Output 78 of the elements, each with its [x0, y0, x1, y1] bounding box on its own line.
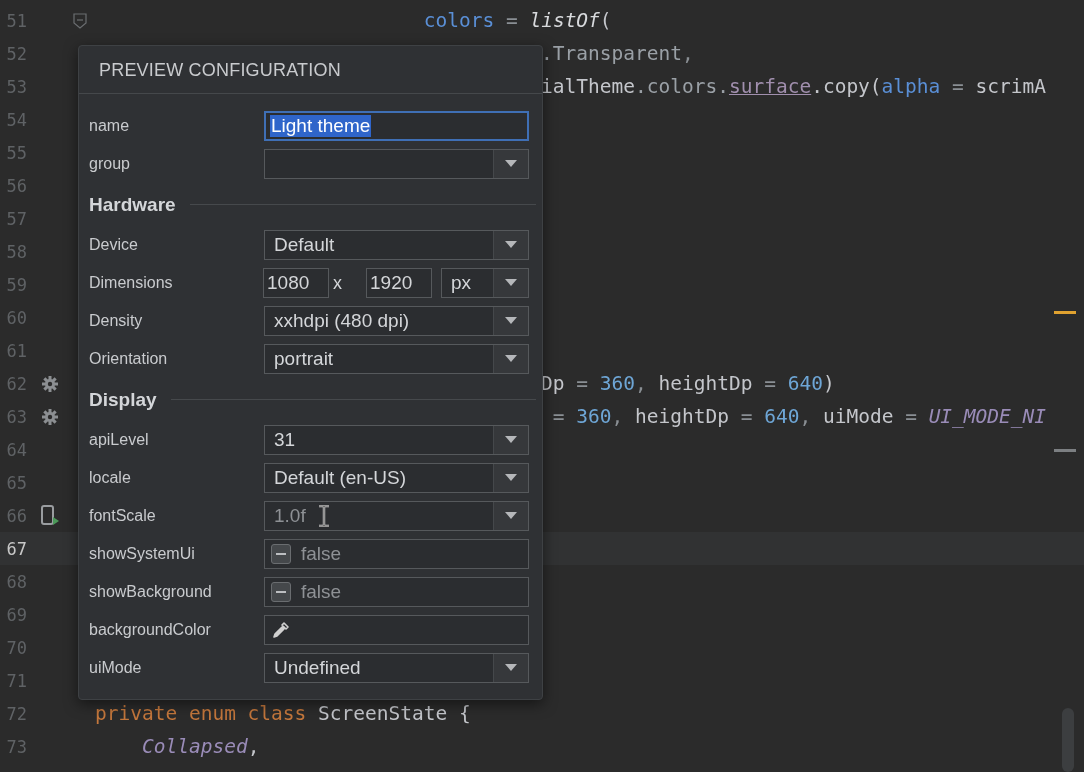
caret-icon	[505, 664, 517, 672]
combo-box[interactable]: 31	[264, 425, 529, 455]
code-line: ialTheme.colors.surface.copy(alpha = scrimA	[540, 75, 1046, 98]
eyedropper-icon	[271, 620, 291, 640]
field-label: uiMode	[89, 659, 143, 677]
caret-icon	[505, 317, 517, 325]
line-number: 65	[5, 472, 27, 493]
caret-icon	[505, 279, 517, 287]
section-heading: Display	[89, 388, 157, 411]
caret-icon	[505, 436, 517, 444]
combo-box[interactable]: Default	[264, 230, 529, 260]
line-number: 68	[5, 571, 27, 592]
field-label: apiLevel	[89, 431, 150, 449]
checkbox-field[interactable]: false	[264, 539, 529, 569]
code-line: Collapsed,	[140, 735, 260, 758]
line-number: 59	[5, 274, 27, 295]
field-label: fontScale	[89, 507, 157, 525]
stripe-mark	[1054, 449, 1076, 452]
line-number: 51	[5, 10, 27, 31]
combo-box[interactable]: xxhdpi (480 dpi)	[264, 306, 529, 336]
line-number: 71	[5, 670, 27, 691]
field-label: showBackground	[89, 583, 213, 601]
line-number: 69	[5, 604, 27, 625]
text-field[interactable]: Light theme	[264, 111, 529, 141]
line-number: 63	[5, 406, 27, 427]
code-line: colors = listOf(	[422, 9, 612, 32]
combo-box[interactable]: Undefined	[264, 653, 529, 683]
field-label: showSystemUi	[89, 545, 196, 563]
caret-icon	[505, 474, 517, 482]
code-line: = 360, heightDp = 640, uiMode = UI_MODE_NI	[551, 405, 1047, 428]
field-label: group	[89, 155, 131, 173]
line-number: 53	[5, 76, 27, 97]
line-number: 58	[5, 241, 27, 262]
section-heading: Hardware	[89, 193, 176, 216]
line-number: 72	[5, 703, 27, 724]
field-label: Orientation	[89, 350, 169, 368]
line-number: 66	[5, 505, 27, 526]
line-number: 73	[5, 736, 27, 757]
line-number: 64	[5, 439, 27, 460]
caret-icon	[505, 355, 517, 363]
width-field[interactable]: 1080	[263, 268, 329, 298]
line-number: 55	[5, 142, 27, 163]
caret-icon	[505, 160, 517, 168]
code-line: private enum class ScreenState {	[95, 702, 471, 725]
checkbox-field[interactable]: false	[264, 577, 529, 607]
field-label: Dimensions	[89, 274, 174, 292]
line-number: 70	[5, 637, 27, 658]
field-label: name	[89, 117, 131, 135]
combo-box[interactable]: Default (en-US)	[264, 463, 529, 493]
caret-icon	[505, 512, 517, 520]
field-label: backgroundColor	[89, 621, 212, 639]
fold-icon	[73, 12, 87, 29]
caret-icon	[505, 241, 517, 249]
gear-icon	[41, 374, 59, 393]
line-number: 61	[5, 340, 27, 361]
color-field[interactable]	[264, 615, 529, 645]
checkbox[interactable]	[271, 544, 291, 564]
field-label: Density	[89, 312, 144, 330]
unit-combo-box[interactable]: px	[441, 268, 529, 298]
line-number: 52	[5, 43, 27, 64]
line-number: 60	[5, 307, 27, 328]
line-number: 56	[5, 175, 27, 196]
field-label: locale	[89, 469, 132, 487]
device-icon	[40, 504, 60, 527]
code-line: .Transparent,	[540, 42, 694, 65]
dimension-separator: x	[332, 272, 343, 294]
line-number: 67	[5, 538, 27, 559]
field-label: Device	[89, 236, 139, 254]
line-number: 54	[5, 109, 27, 130]
height-field[interactable]: 1920	[366, 268, 432, 298]
popup-title: PREVIEW CONFIGURATION	[98, 59, 342, 82]
line-number: 57	[5, 208, 27, 229]
line-number: 62	[5, 373, 27, 394]
warning-stripe-mark	[1054, 311, 1076, 314]
combo-box[interactable]: portrait	[264, 344, 529, 374]
combo-box[interactable]: 1.0f	[264, 501, 529, 531]
gear-icon	[41, 407, 59, 426]
checkbox[interactable]	[271, 582, 291, 602]
